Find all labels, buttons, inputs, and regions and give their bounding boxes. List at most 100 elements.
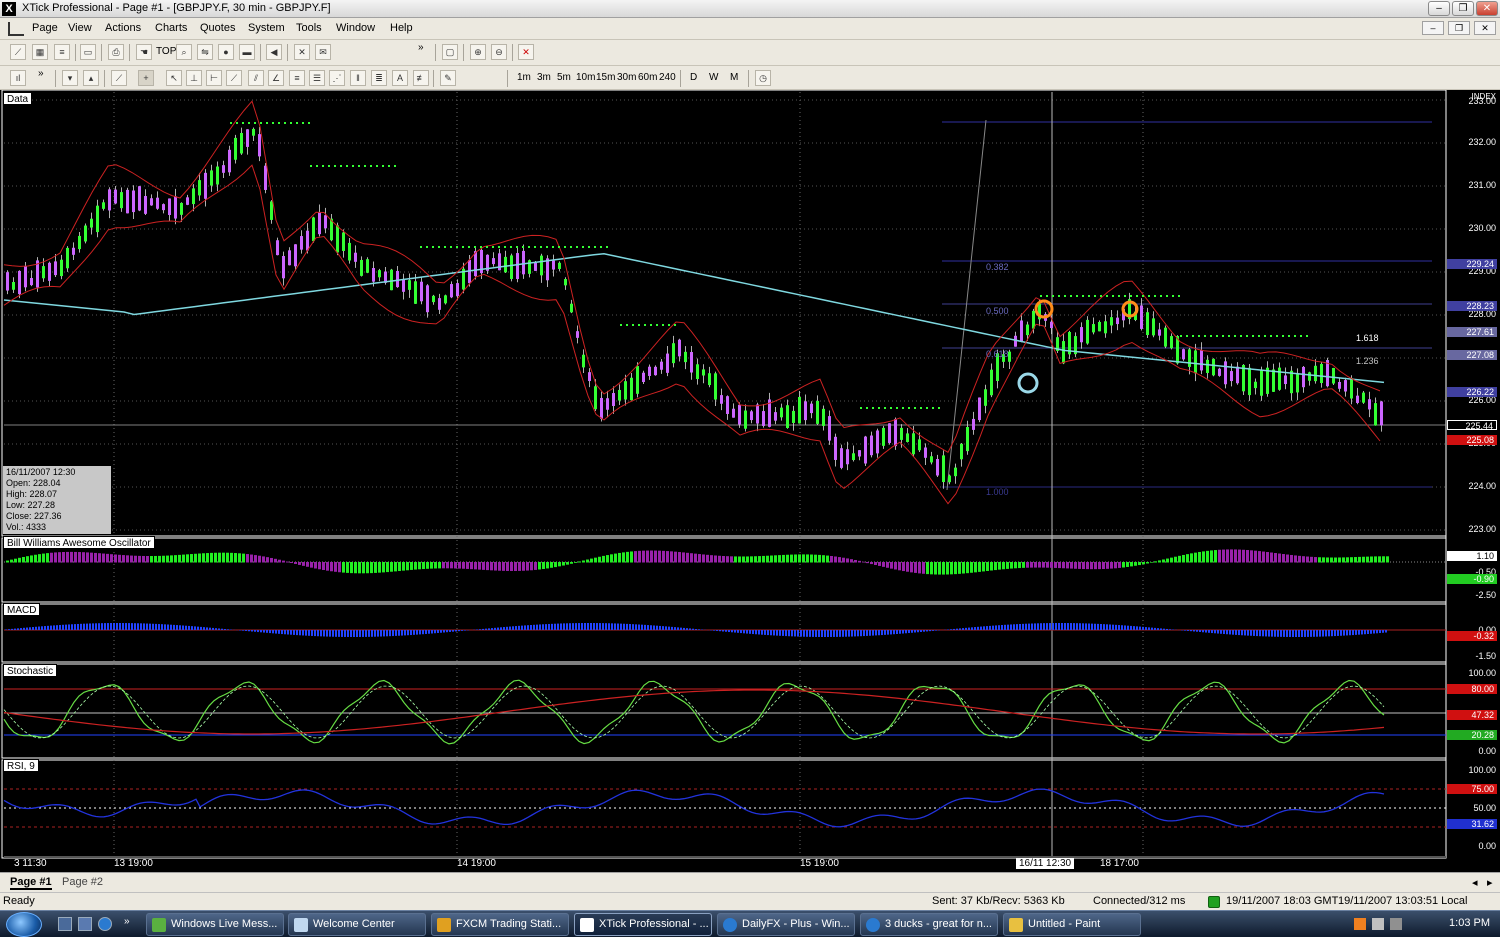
ao-bar (710, 555, 713, 563)
chart-canvas[interactable] (0, 90, 1500, 872)
gann-icon[interactable]: ⋰ (329, 70, 345, 86)
network-icon[interactable] (1372, 918, 1384, 930)
erase-icon[interactable]: ≢ (413, 70, 429, 86)
fan-icon[interactable]: ∠ (268, 70, 284, 86)
drawing-more-icon[interactable]: » (38, 68, 44, 79)
tf-5m[interactable]: 5m (557, 72, 571, 83)
menu-tools[interactable]: Tools (296, 22, 322, 34)
ao-bar (162, 555, 165, 563)
candle-body (702, 369, 705, 376)
flag-icon[interactable]: ▬ (239, 44, 255, 60)
internet-explorer-icon[interactable] (98, 917, 112, 931)
menu-charts[interactable]: Charts (155, 22, 187, 34)
mdi-minimize-button[interactable]: – (1422, 21, 1444, 35)
minimize-button[interactable]: – (1428, 1, 1450, 16)
trendline-icon[interactable]: ⟋ (226, 70, 242, 86)
task-xtick-professional[interactable]: XTick Professional - ... (574, 913, 712, 936)
tf-week[interactable]: W (709, 72, 718, 83)
ao-bar (1102, 562, 1105, 570)
quicklaunch-more-icon[interactable]: » (124, 916, 138, 930)
task-fxcm-trading-station[interactable]: FXCM Trading Stati... (431, 913, 569, 936)
close-button[interactable]: ✕ (1476, 1, 1498, 16)
pointer-icon[interactable]: ↖ (166, 70, 182, 86)
mdi-close-button[interactable]: ✕ (1474, 21, 1496, 35)
ao-bar (302, 562, 305, 566)
menu-window[interactable]: Window (336, 22, 375, 34)
sound-icon[interactable]: ◀ (266, 44, 282, 60)
hline-icon[interactable]: ⊥ (186, 70, 202, 86)
tf-3m[interactable]: 3m (537, 72, 551, 83)
tf-day[interactable]: D (690, 72, 697, 83)
vline-icon[interactable]: ⊢ (206, 70, 222, 86)
channel-icon[interactable]: ⫽ (248, 70, 264, 86)
task-welcome-center[interactable]: Welcome Center (288, 913, 426, 936)
chart-area[interactable]: Data Bill Williams Awesome Oscillator MA… (0, 90, 1500, 872)
pen-icon[interactable]: ✎ (440, 70, 456, 86)
search-icon[interactable]: ⌕ (176, 44, 192, 60)
text-icon[interactable]: A (392, 70, 408, 86)
volume-icon[interactable] (1390, 918, 1402, 930)
task-untitled-paint[interactable]: Untitled - Paint (1003, 913, 1141, 936)
ao-bar (210, 552, 213, 563)
ao-bar (626, 551, 629, 563)
fib-time-icon[interactable]: ≣ (371, 70, 387, 86)
tab-page-2[interactable]: Page #2 (62, 876, 103, 888)
mdi-restore-button[interactable]: ❐ (1448, 21, 1470, 35)
candle-body (660, 361, 663, 370)
tf-month[interactable]: M (730, 72, 738, 83)
tf-10m[interactable]: 10m (576, 72, 595, 83)
menu-quotes[interactable]: Quotes (200, 22, 235, 34)
grid-icon[interactable]: ▦ (32, 44, 48, 60)
arrow-up-icon[interactable]: ▴ (83, 70, 99, 86)
fib-retracement-icon[interactable]: ≡ (289, 70, 305, 86)
switch-windows-icon[interactable] (78, 917, 92, 931)
top-label[interactable]: TOP (156, 46, 176, 57)
show-desktop-icon[interactable] (58, 917, 72, 931)
remove-chart-icon[interactable]: ⊖ (491, 44, 507, 60)
ao-bar (418, 562, 421, 570)
candle-body (1278, 367, 1281, 390)
tf-30m[interactable]: 30m (617, 72, 636, 83)
delete-icon[interactable]: ✕ (518, 44, 534, 60)
taskbar-clock[interactable]: 1:03 PM (1449, 917, 1490, 929)
toolbar-more-icon[interactable]: » (418, 42, 424, 53)
bars-icon[interactable]: ıl (10, 70, 26, 86)
menu-page[interactable]: Page (32, 22, 58, 34)
arrow-down-icon[interactable]: ▾ (62, 70, 78, 86)
tf-1m[interactable]: 1m (517, 72, 531, 83)
menu-system[interactable]: System (248, 22, 285, 34)
indicator-icon[interactable]: ⟋ (111, 70, 127, 86)
task-dailyfx-plus[interactable]: DailyFX - Plus - Win... (717, 913, 855, 936)
clock-icon[interactable]: ◷ (755, 70, 771, 86)
coins-icon[interactable]: ● (218, 44, 234, 60)
fx-icon[interactable]: ✕ (294, 44, 310, 60)
tf-60m[interactable]: 60m (638, 72, 657, 83)
tab-page-1[interactable]: Page #1 (10, 876, 52, 890)
menu-view[interactable]: View (68, 22, 92, 34)
start-button[interactable] (6, 912, 42, 937)
task-3-ducks[interactable]: 3 ducks - great for n... (860, 913, 998, 936)
new-page-icon[interactable]: ▢ (442, 44, 458, 60)
cycles-icon[interactable]: ‖ (350, 70, 366, 86)
news-icon[interactable]: ✉ (315, 44, 331, 60)
add-chart-icon[interactable]: ⊕ (470, 44, 486, 60)
hand-icon[interactable]: ☚ (136, 44, 152, 60)
tf-15m[interactable]: 15m (596, 72, 615, 83)
task-windows-live-messenger[interactable]: Windows Live Mess... (146, 913, 284, 936)
quotes-icon[interactable]: ⇋ (197, 44, 213, 60)
print-icon[interactable]: ⎙ (108, 44, 124, 60)
tab-scroll-right-icon[interactable]: ▸ (1487, 876, 1493, 889)
fib-extension-icon[interactable]: ☰ (309, 70, 325, 86)
crosshair-icon[interactable]: + (138, 70, 154, 86)
window-icon[interactable]: ▭ (80, 44, 96, 60)
restore-button[interactable]: ❐ (1452, 1, 1474, 16)
menu-help[interactable]: Help (390, 22, 413, 34)
line-chart-icon[interactable]: ⟋ (10, 44, 26, 60)
tf-240[interactable]: 240 (659, 72, 676, 83)
macd-label: MACD (3, 603, 41, 616)
menu-actions[interactable]: Actions (105, 22, 141, 34)
ao-bar (638, 550, 641, 563)
ts-icon[interactable]: ≡ (54, 44, 70, 60)
tray-app-icon[interactable] (1354, 918, 1366, 930)
tab-scroll-left-icon[interactable]: ◂ (1472, 876, 1478, 889)
